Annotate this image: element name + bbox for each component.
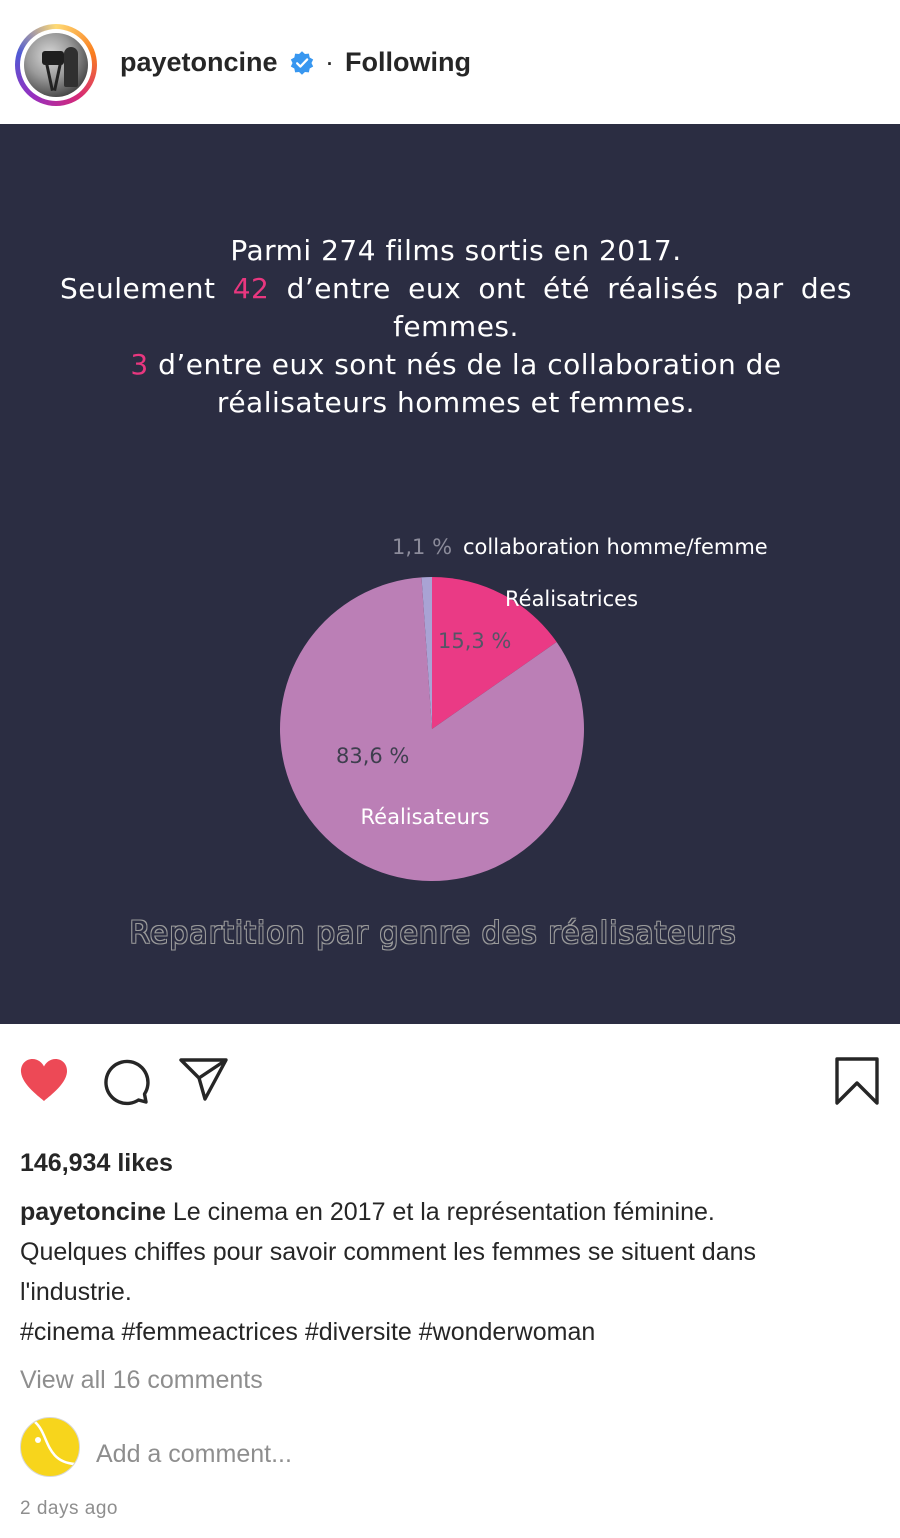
bookmark-icon[interactable] <box>834 1056 880 1106</box>
pie-chart: 1,1 % collaboration homme/femme Réalisatri… <box>279 535 768 881</box>
post-image[interactable]: Parmi 274 films sortis en 2017. Seulemen… <box>0 124 900 1024</box>
share-icon[interactable] <box>179 1056 229 1102</box>
label-value-collaboration: 1,1 % <box>392 535 452 559</box>
caption-username[interactable]: payetoncine <box>20 1198 166 1226</box>
header-username[interactable]: payetoncine <box>120 47 278 78</box>
heart-icon[interactable] <box>19 1057 69 1103</box>
tennis-ball-icon <box>34 1421 76 1466</box>
view-all-comments-link[interactable]: View all 16 comments <box>20 1366 263 1395</box>
label-value-women: 15,3 % <box>438 629 511 653</box>
chart-title: Repartition par genre des réalisateurs <box>129 916 737 951</box>
avatar-photo <box>24 33 88 97</box>
header-separator: · <box>325 47 334 77</box>
caption-text-line-1: Le cinema en 2017 et la représentation f… <box>172 1198 715 1226</box>
comment-icon[interactable] <box>100 1056 150 1106</box>
label-name-women: Réalisatrices <box>505 587 638 611</box>
post-header: payetoncine · Following <box>0 0 900 124</box>
action-bar <box>0 1040 900 1120</box>
verified-badge-icon <box>290 51 314 75</box>
caption-text-line-3: l'industrie. <box>20 1278 132 1306</box>
label-value-men: 83,6 % <box>336 744 409 768</box>
likes-count[interactable]: 146,934 likes <box>20 1149 173 1178</box>
following-button[interactable]: Following <box>345 47 471 78</box>
user-avatar <box>20 1417 80 1477</box>
add-comment-input[interactable]: Add a comment... <box>96 1440 292 1469</box>
label-name-men: Réalisateurs <box>361 805 490 829</box>
post-timestamp: 2 days ago <box>20 1498 118 1519</box>
post-caption: payetoncine Le cinema en 2017 et la repr… <box>20 1192 870 1352</box>
label-name-collaboration: collaboration homme/femme <box>463 535 768 559</box>
profile-avatar[interactable] <box>15 24 97 106</box>
caption-hashtags[interactable]: #cinema #femmeactrices #diversite #wonde… <box>20 1318 595 1346</box>
caption-text-line-2: Quelques chiffes pour savoir comment les… <box>20 1238 756 1266</box>
